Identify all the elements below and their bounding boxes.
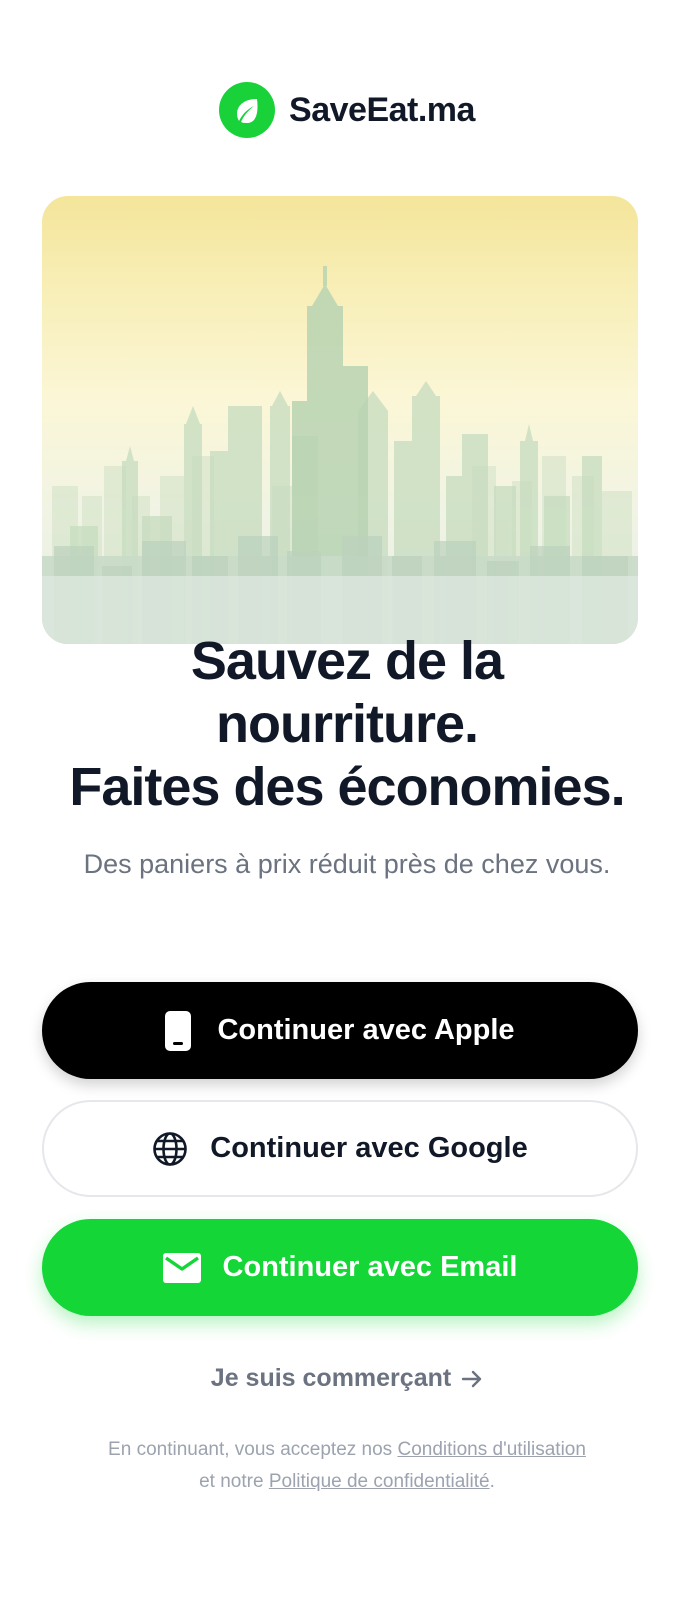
privacy-link[interactable]: Politique de confidentialité [269, 1471, 490, 1492]
email-button-label: Continuer avec Email [222, 1251, 518, 1283]
legal-prefix: En continuant, vous acceptez nos [108, 1439, 393, 1460]
terms-link[interactable]: Conditions d'utilisation [397, 1439, 585, 1460]
subheading: Des paniers à prix réduit près de chez v… [83, 849, 611, 879]
arrow-right-icon [461, 1369, 483, 1389]
mail-icon [162, 1252, 201, 1283]
headline-line-3: Faites des économies. [69, 757, 625, 817]
leaf-icon [219, 82, 276, 138]
headline-line-2: nourriture. [215, 694, 479, 754]
city-skyline-illustration [42, 266, 638, 644]
continue-with-google-button[interactable]: Continuer avec Google [42, 1100, 638, 1197]
brand-header: SaveEat.ma [0, 82, 694, 138]
merchant-link[interactable]: Je suis commerçant [0, 1364, 694, 1393]
brand-name: SaveEat.ma [289, 90, 475, 129]
headline-line-1: Sauvez de la [190, 631, 504, 691]
merchant-link-label: Je suis commerçant [210, 1364, 452, 1392]
hero-image [42, 196, 638, 644]
legal-suffix: . [489, 1471, 495, 1492]
google-button-label: Continuer avec Google [210, 1132, 528, 1164]
continue-with-email-button[interactable]: Continuer avec Email [42, 1219, 638, 1316]
continue-with-apple-button[interactable]: Continuer avec Apple [42, 982, 638, 1079]
legal-middle: et notre [199, 1471, 264, 1492]
phone-icon [165, 1010, 192, 1051]
apple-button-label: Continuer avec Apple [217, 1014, 515, 1046]
headline: Sauvez de la nourriture. Faites des écon… [20, 630, 674, 819]
legal-notice: En continuant, vous acceptez nos Conditi… [40, 1434, 654, 1498]
globe-icon [152, 1131, 188, 1167]
